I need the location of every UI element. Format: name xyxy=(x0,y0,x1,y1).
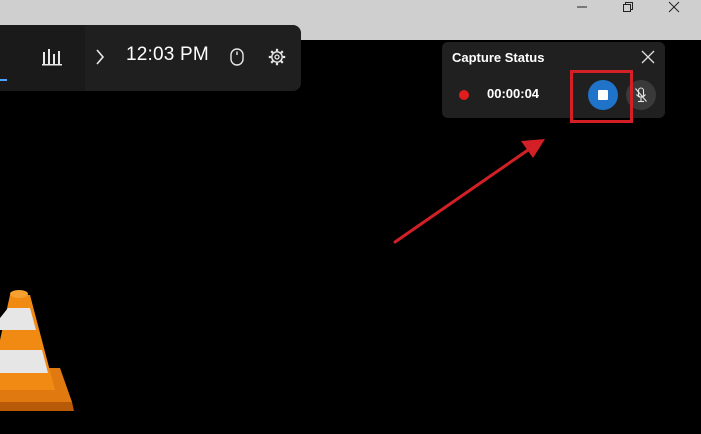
vlc-logo xyxy=(0,290,74,411)
annotation-arrow xyxy=(393,139,545,244)
